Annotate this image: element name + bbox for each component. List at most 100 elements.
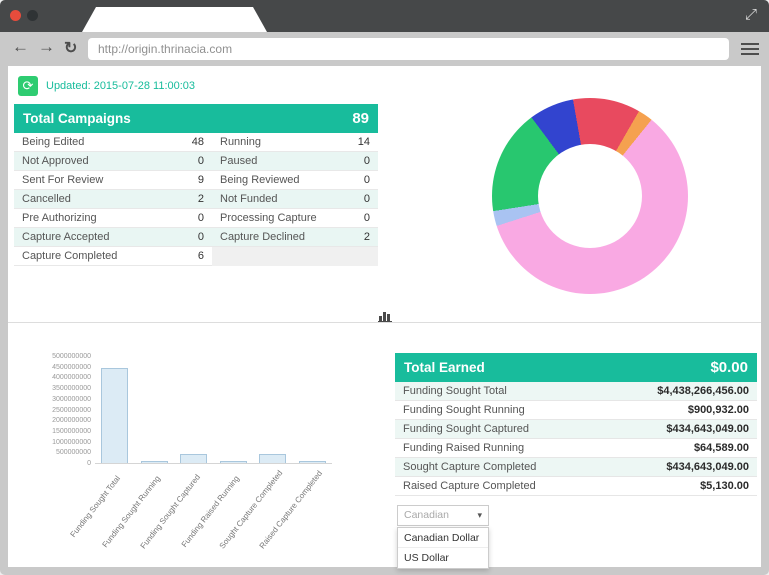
currency-select[interactable]: ▾ Canadian Dollar	[397, 505, 489, 526]
y-axis-tick: 2000000000	[36, 417, 91, 424]
cell-value: $4,438,266,456.00	[657, 382, 757, 400]
y-axis-tick: 1000000000	[36, 439, 91, 446]
cell-value: 0	[330, 152, 378, 171]
table-row: Being Edited48Running14	[14, 133, 378, 152]
bar	[220, 461, 247, 463]
cell-value: 0	[164, 228, 212, 247]
cell-label: Raised Capture Completed	[395, 477, 536, 495]
table-row: Funding Sought Total $4,438,266,456.00	[395, 382, 757, 401]
cell-value: 0	[330, 190, 378, 209]
cell-value: 2	[164, 190, 212, 209]
cell-label: Capture Declined	[212, 228, 330, 247]
sync-button[interactable]: ⟳	[18, 76, 38, 96]
cell-label: Pre Authorizing	[14, 209, 164, 228]
updated-timestamp: Updated: 2015-07-28 11:00:03	[46, 80, 195, 92]
cell-value: $900,932.00	[688, 401, 757, 419]
caret-down-icon: ▾	[477, 506, 482, 525]
browser-window: ⤢ ← → ↻ http://origin.thrinacia.com ⟳ Up…	[0, 0, 769, 575]
bar	[259, 454, 286, 463]
chart-divider-icon[interactable]	[378, 310, 392, 322]
browser-addressbar: ← → ↻ http://origin.thrinacia.com	[0, 32, 769, 66]
bar	[101, 368, 128, 463]
cell-value: 6	[164, 247, 212, 266]
cell-label: Funding Raised Running	[395, 439, 524, 457]
campaigns-total: 89	[352, 110, 369, 127]
table-row: Pre Authorizing0Processing Capture0	[14, 209, 378, 228]
y-axis-tick: 2500000000	[36, 407, 91, 414]
cell-value: 48	[164, 133, 212, 152]
cell-label: Capture Accepted	[14, 228, 164, 247]
dashboard: ⟳ Updated: 2015-07-28 11:00:03 Total Cam…	[8, 66, 761, 567]
cell-label: Being Edited	[14, 133, 164, 152]
y-axis-tick: 3500000000	[36, 385, 91, 392]
cell-value: $64,589.00	[694, 439, 757, 457]
cell-value: 0	[164, 209, 212, 228]
table-row: Funding Sought Captured $434,643,049.00	[395, 420, 757, 439]
cell-value: 2	[330, 228, 378, 247]
cell-label: Not Approved	[14, 152, 164, 171]
table-row: Raised Capture Completed $5,130.00	[395, 477, 757, 496]
table-row: Cancelled2Not Funded0	[14, 190, 378, 209]
cell-label: Processing Capture	[212, 209, 330, 228]
campaigns-table: Being Edited48Running14Not Approved0Paus…	[14, 133, 378, 266]
cell-label: Sent For Review	[14, 171, 164, 190]
cell-label: Funding Sought Total	[395, 382, 507, 400]
cell-value: 0	[330, 209, 378, 228]
currency-option[interactable]: Canadian Dollar	[398, 528, 488, 548]
campaigns-title: Total Campaigns	[23, 111, 131, 126]
browser-tab[interactable]	[82, 7, 267, 32]
y-axis-tick: 500000000	[36, 449, 91, 456]
y-axis-tick: 0	[36, 460, 91, 467]
cell-label: Paused	[212, 152, 330, 171]
cell-label: Funding Sought Captured	[395, 420, 529, 438]
browser-titlebar: ⤢	[0, 0, 769, 32]
menu-icon[interactable]	[741, 43, 759, 55]
cell-value: $434,643,049.00	[666, 458, 757, 476]
currency-option[interactable]: US Dollar	[398, 548, 488, 568]
table-row: Funding Raised Running $64,589.00	[395, 439, 757, 458]
y-axis-tick: 3000000000	[36, 396, 91, 403]
cell-label: Not Funded	[212, 190, 330, 209]
section-divider	[8, 322, 761, 323]
forward-icon[interactable]: →	[38, 37, 55, 57]
expand-icon[interactable]: ⤢	[745, 6, 757, 23]
window-dot-dark[interactable]	[27, 10, 38, 21]
cell-label: Being Reviewed	[212, 171, 330, 190]
y-axis-tick: 4500000000	[36, 364, 91, 371]
bar-chart-y-axis: 500000000 0 4500000000 4000000000 3500000000…	[36, 357, 91, 472]
campaigns-header: Total Campaigns 89	[14, 104, 378, 133]
table-row: Sought Capture Completed$434,643,049.00	[395, 458, 757, 477]
currency-menu: Canadian DollarUS Dollar	[397, 527, 489, 569]
window-dot-red[interactable]	[10, 10, 21, 21]
cell-label: Cancelled	[14, 190, 164, 209]
earned-title: Total Earned	[404, 360, 485, 375]
table-row: Sent For Review9Being Reviewed0	[14, 171, 378, 190]
table-row: Capture Completed6	[14, 247, 378, 266]
reload-icon[interactable]: ↻	[64, 38, 77, 58]
table-row: Not Approved0Paused0	[14, 152, 378, 171]
table-row: Capture Accepted0Capture Declined2	[14, 228, 378, 247]
bar	[299, 461, 326, 463]
y-axis-tick: 5000000000	[36, 353, 91, 360]
total-campaigns-panel: Total Campaigns 89 Being Edited48Running…	[14, 104, 378, 266]
url-input[interactable]: http://origin.thrinacia.com	[88, 38, 729, 60]
earned-table: Funding Sought Total$4,438,266,456.00Fun…	[395, 382, 757, 496]
back-icon[interactable]: ←	[12, 37, 29, 57]
cell-value: $434,643,049.00	[666, 420, 757, 438]
earned-header: Total Earned $0.00	[395, 353, 757, 382]
total-earned-panel: Total Earned $0.00 Funding Sought Total $…	[395, 353, 757, 496]
bar-chart	[95, 357, 332, 464]
cell-label: Running	[212, 133, 330, 152]
bar-chart-x-axis: Funding Sought TotalFunding Sought Runni…	[95, 468, 332, 575]
cell-value: 9	[164, 171, 212, 190]
donut-chart	[492, 98, 688, 294]
cell-label	[212, 247, 330, 266]
cell-label: Funding Sought Running	[395, 401, 525, 419]
cell-value: 0	[330, 171, 378, 190]
cell-value: 0	[164, 152, 212, 171]
cell-value	[330, 247, 378, 266]
cell-label: Capture Completed	[14, 247, 164, 266]
table-row: Funding Sought Running $900,932.00	[395, 401, 757, 420]
cell-value: $5,130.00	[700, 477, 757, 495]
y-axis-tick: 4000000000	[36, 374, 91, 381]
